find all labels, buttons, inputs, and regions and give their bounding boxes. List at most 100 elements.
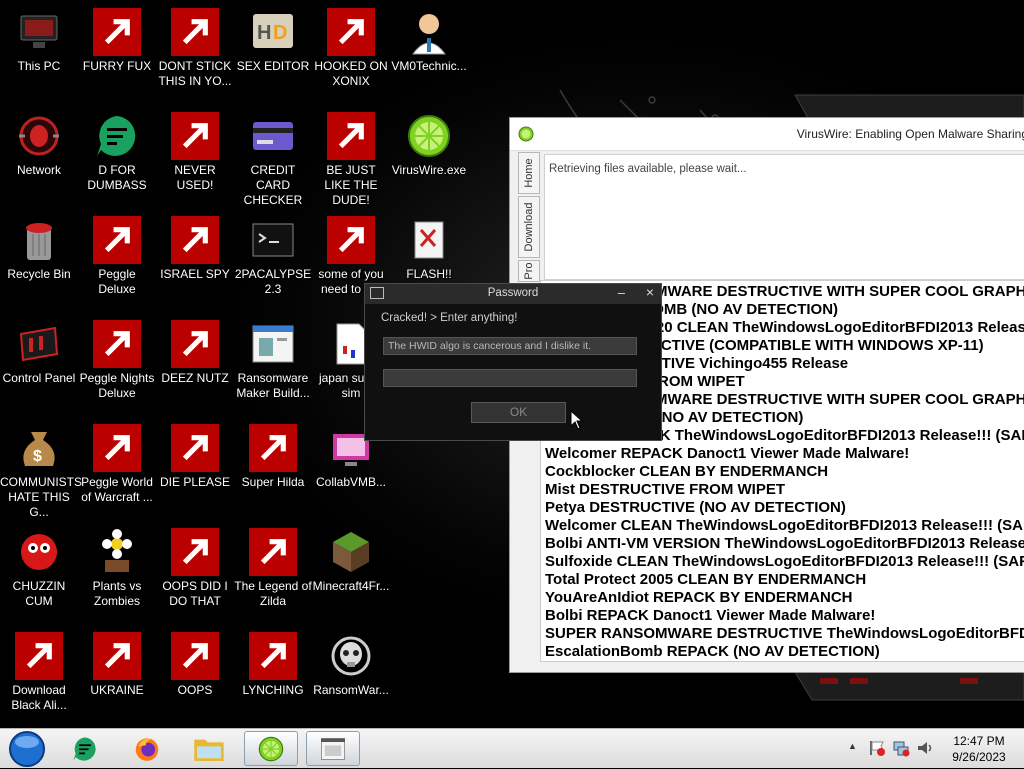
ok-button[interactable]: OK	[471, 402, 566, 423]
desktop-icon-furry-fux[interactable]: FURRY FUX	[78, 2, 156, 106]
alien-network-icon	[19, 116, 59, 156]
volume-icon[interactable]	[916, 739, 934, 757]
desktop-icon-deez-nutz[interactable]: DEEZ NUTZ	[156, 314, 234, 418]
desktop-icon-israel-spy[interactable]: ISRAEL SPY	[156, 210, 234, 314]
desktop-icon-recycle-bin[interactable]: Recycle Bin	[0, 210, 78, 314]
desktop-icon-peggle-wow[interactable]: P Peggle World of Warcraft ...	[78, 418, 156, 522]
shortcut-arrow-icon	[327, 8, 375, 56]
desktop-icon-be-just-like-the-dude[interactable]: BE JUST LIKE THE DUDE!	[312, 106, 390, 210]
taskbar-viruswire[interactable]	[244, 731, 298, 766]
password-dialog[interactable]: Password – × Cracked! > Enter anything! …	[364, 283, 662, 441]
desktop-icon-minecraft[interactable]: Minecraft4Fr...	[312, 522, 390, 626]
desktop-icon-viruswire[interactable]: VirusWire.exe	[390, 106, 468, 210]
file-row[interactable]: Sulfoxide CLEAN TheWindowsLogoEditorBFDI…	[545, 553, 1024, 571]
desktop-icon-peggle-nights[interactable]: P Peggle Nights Deluxe	[78, 314, 156, 418]
tray-overflow-chevron[interactable]: ▲	[848, 741, 857, 751]
desktop-icon-this-pc[interactable]: This PC	[0, 2, 78, 106]
tab-pro[interactable]: Pro	[518, 260, 540, 282]
desktop-icon-label: NEVER USED!	[174, 163, 216, 192]
file-row[interactable]: EscalationBomb REPACK (NO AV DETECTION)	[545, 643, 880, 661]
shortcut-arrow-icon	[93, 8, 141, 56]
plant-icon	[102, 529, 132, 572]
shortcut-arrow-icon	[249, 424, 297, 472]
file-row[interactable]: Mist DESTRUCTIVE FROM WIPET	[545, 481, 785, 499]
desktop-icon-sex-editor[interactable]: HD SEX EDITOR	[234, 2, 312, 106]
desktop-icon-dont-stick[interactable]: DONT STICK THIS IN YO...	[156, 2, 234, 106]
desktop-icon-peggle-deluxe[interactable]: P Peggle Deluxe	[78, 210, 156, 314]
desktop-icon-label: FLASH!!	[406, 267, 452, 281]
close-button[interactable]: ×	[646, 284, 654, 300]
taskbar-file-explorer[interactable]	[182, 731, 236, 766]
file-row[interactable]: Total Protect 2005 CLEAN BY ENDERMANCH	[545, 571, 866, 589]
desktop-icon-label: 2PACALYPSE 2.3	[234, 267, 312, 296]
shortcut-arrow-icon	[171, 320, 219, 368]
desktop-icon-label: Peggle World of Warcraft ...	[81, 475, 153, 504]
desktop-icon-network[interactable]: Network	[0, 106, 78, 210]
desktop-icon-label: OOPS DID I DO THAT	[162, 579, 228, 608]
grass-block-icon	[333, 532, 369, 572]
tab-download[interactable]: Download	[518, 196, 540, 258]
desktop-icon-plants-vs-zombies[interactable]: Plants vs Zombies	[78, 522, 156, 626]
file-row[interactable]: Cockblocker CLEAN BY ENDERMANCH	[545, 463, 828, 481]
password-dialog-titlebar[interactable]: Password – ×	[365, 284, 661, 304]
desktop-icon-legend-of-zilda[interactable]: The Legend of Zilda	[234, 522, 312, 626]
system-clock[interactable]: 12:47 PM 9/26/2023	[938, 733, 1020, 765]
desktop-icon-label: CREDIT CARD CHECKER	[243, 163, 303, 207]
desktop-icon-label: DEEZ NUTZ	[161, 371, 229, 385]
desktop-icon-ransomware-maker[interactable]: Ransomware Maker Build...	[234, 314, 312, 418]
hex-editor-icon: HD	[253, 14, 293, 48]
desktop-icon-super-hilda[interactable]: Super Hilda	[234, 418, 312, 522]
desktop-icon-2pacalypse[interactable]: 2PACALYPSE 2.3	[234, 210, 312, 314]
desktop-icon-oops-did-i-do-that[interactable]: OOPS DID I DO THAT	[156, 522, 234, 626]
desktop-icon-never-used[interactable]: DEVC++ NEVER USED!	[156, 106, 234, 210]
app-window-icon	[321, 737, 345, 760]
desktop-icon-label: SEX EDITOR	[236, 59, 310, 73]
desktop-icon-ukraine[interactable]: UKRAINE	[78, 626, 156, 728]
desktop-icon-label: BE JUST LIKE THE DUDE!	[324, 163, 378, 207]
desktop-icon-credit-card-checker[interactable]: CREDIT CARD CHECKER	[234, 106, 312, 210]
viruswire-tab-strip: Home Download Pro	[518, 152, 540, 282]
file-row[interactable]: Welcomer REPACK Danoct1 Viewer Made Malw…	[545, 445, 909, 463]
desktop-icon-vm0technic[interactable]: VM0Technic...	[390, 2, 468, 106]
tab-home[interactable]: Home	[518, 152, 540, 194]
password-input[interactable]	[383, 369, 637, 387]
minimize-button[interactable]: –	[618, 285, 625, 300]
taskbar-password-dialog[interactable]	[306, 731, 360, 766]
start-button[interactable]	[2, 730, 52, 767]
message-field[interactable]: The HWID algo is cancerous and I dislike…	[383, 337, 637, 355]
file-row[interactable]: Bolbi ANTI-VM VERSION TheWindowsLogoEdit…	[545, 535, 1024, 553]
desktop-icon-label: LYNCHING	[242, 683, 304, 697]
desktop-icon-label: OOPS	[177, 683, 213, 697]
computer-icon	[20, 15, 58, 48]
desktop-icon-chuzzin-cum[interactable]: CHUZZIN CUM	[0, 522, 78, 626]
svg-text:H: H	[257, 22, 271, 44]
desktop-icon-oops[interactable]: OOPS	[156, 626, 234, 728]
viruswire-titlebar[interactable]: VirusWire: Enabling Open Malware Sharing	[510, 118, 1024, 151]
file-row[interactable]: Welcomer CLEAN TheWindowsLogoEditorBFDI2…	[545, 517, 1024, 535]
network-status-icon[interactable]	[892, 739, 910, 757]
taskbar-chat-app[interactable]	[58, 731, 112, 766]
desktop-icon-d-for-dumbass[interactable]: D FOR DUMBASS	[78, 106, 156, 210]
file-row[interactable]: Bolbi REPACK Danoct1 Viewer Made Malware…	[545, 607, 875, 625]
clock-time: 12:47 PM	[953, 734, 1005, 748]
shortcut-arrow-icon	[93, 632, 141, 680]
desktop-icon-ransomwar[interactable]: RansomWar...	[312, 626, 390, 728]
security-flag-icon[interactable]	[868, 739, 886, 757]
file-row[interactable]: YouAreAnIdiot REPACK BY ENDERMANCH	[545, 589, 853, 607]
desktop-icon-hooked-on-xonix[interactable]: HOOKED ON XONIX	[312, 2, 390, 106]
desktop-icon-communists[interactable]: $ COMMUNISTS HATE THIS G...	[0, 418, 82, 522]
desktop-icon-control-panel[interactable]: Control Panel	[0, 314, 78, 418]
status-text: Retrieving files available, please wait.…	[544, 154, 1024, 280]
file-row[interactable]: SUPER RANSOMWARE DESTRUCTIVE TheWindowsL…	[545, 625, 1024, 643]
doctor-icon	[412, 14, 446, 55]
desktop-icon-label: HOOKED ON XONIX	[314, 59, 388, 88]
taskbar-firefox[interactable]	[120, 731, 174, 766]
desktop-icon-label: VM0Technic...	[391, 59, 467, 73]
desktop-icon-die-please[interactable]: De DIE PLEASE	[156, 418, 234, 522]
shortcut-arrow-icon	[93, 320, 141, 368]
desktop-icon-label: Ransomware Maker Build...	[236, 371, 310, 400]
file-row[interactable]: Petya DESTRUCTIVE (NO AV DETECTION)	[545, 499, 846, 517]
desktop-icon-label: This PC	[17, 59, 61, 73]
desktop-icon-download-black-ali[interactable]: Download Black Ali...	[0, 626, 78, 728]
desktop-icon-lynching[interactable]: LYNCHING	[234, 626, 312, 728]
